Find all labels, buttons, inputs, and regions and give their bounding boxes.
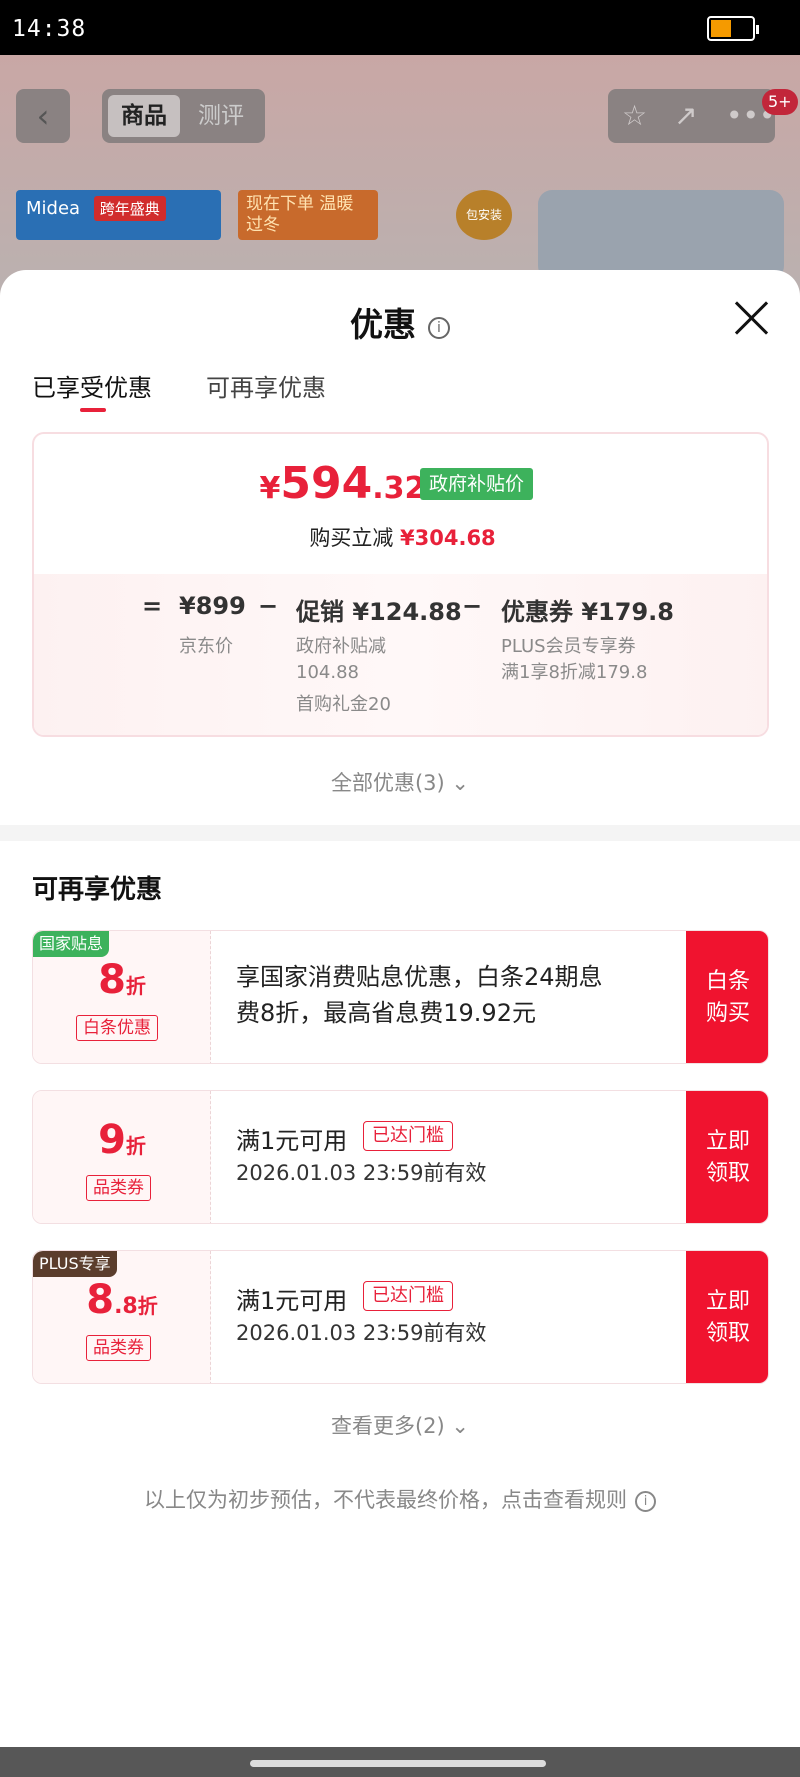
coupon-condition: 满1元可用 xyxy=(236,1127,348,1155)
see-more-link[interactable]: 查看更多(2) ⌄ xyxy=(0,1410,800,1440)
product-tabs: 商品 测评 xyxy=(102,89,265,143)
share-icon[interactable]: ↗ xyxy=(674,99,697,132)
tab-indicator xyxy=(80,408,106,412)
jd-price: ¥899 xyxy=(179,592,246,620)
product-image xyxy=(538,190,784,280)
promo-banner: 现在下单 温暖过冬 xyxy=(238,190,378,240)
brand-banner: Midea 跨年盛典 xyxy=(16,190,221,240)
claim-button[interactable]: 立即领取 xyxy=(686,1091,768,1223)
promo-amount: 促销 ¥124.88 xyxy=(296,598,462,626)
coupon-discount: 9折 xyxy=(98,1117,146,1163)
coupon-corner-tag: 国家贴息 xyxy=(33,931,110,957)
baitiao-buy-button[interactable]: 白条购买 xyxy=(686,931,768,1063)
coupon-card: PLUS专享 8.8折 品类券 满1元可用 已达门槛 2026.01.03 23… xyxy=(32,1250,769,1384)
coupon-condition: 满1元可用 xyxy=(236,1287,348,1315)
coupon-validity: 2026.01.03 23:59前有效 xyxy=(236,1321,487,1345)
price-summary-card: ¥594.32 政府补贴价 购买立减 ¥304.68 = ¥899 − 促销 ¥… xyxy=(32,432,769,737)
brand-logo: Midea xyxy=(26,198,81,219)
star-icon[interactable]: ☆ xyxy=(622,99,647,132)
more-offers-title: 可再享优惠 xyxy=(32,875,163,905)
minus-sign: − xyxy=(462,592,483,620)
close-icon[interactable] xyxy=(733,300,769,336)
sheet-title: 优惠 i xyxy=(0,298,800,346)
status-bar: 14:38 xyxy=(0,0,800,55)
rules-info-icon[interactable]: i xyxy=(635,1491,656,1512)
tab-enjoyed[interactable]: 已享受优惠 xyxy=(32,368,152,403)
equals-sign: = xyxy=(142,592,163,620)
coupon-type: 白条优惠 xyxy=(76,1015,158,1041)
install-badge: 包安装 xyxy=(456,190,512,240)
coupon-card: 国家贴息 8折 白条优惠 享国家消费贴息优惠，白条24期息费8折，最高省息费19… xyxy=(32,930,769,1064)
coupon-discount: 8折 xyxy=(98,957,146,1003)
jd-price-label: 京东价 xyxy=(179,636,233,657)
coupon-card: 9折 品类券 满1元可用 已达门槛 2026.01.03 23:59前有效 立即… xyxy=(32,1090,769,1224)
claim-button[interactable]: 立即领取 xyxy=(686,1251,768,1383)
coupon-discount: 8.8折 xyxy=(86,1277,158,1323)
coupon-detail: PLUS会员专享券 满1享8折减179.8 xyxy=(501,636,648,683)
section-divider xyxy=(0,825,800,841)
back-icon[interactable]: ‹ xyxy=(16,89,70,143)
final-price: ¥594.32 xyxy=(259,458,426,509)
status-time: 14:38 xyxy=(12,16,87,42)
gov-subsidy-tag: 政府补贴价 xyxy=(420,468,534,500)
offer-sheet: 优惠 i 已享受优惠 可再享优惠 ¥594.32 政府补贴价 购买立减 ¥304.… xyxy=(0,270,800,1747)
coupon-amount: 优惠券 ¥179.8 xyxy=(501,598,674,626)
total-reduction: 购买立减 ¥304.68 xyxy=(309,526,496,550)
threshold-reached-tag: 已达门槛 xyxy=(363,1281,453,1311)
info-icon[interactable]: i xyxy=(428,317,450,339)
event-label: 跨年盛典 xyxy=(93,196,166,221)
coupon-type: 品类券 xyxy=(86,1175,151,1201)
tab-review[interactable]: 测评 xyxy=(198,95,244,137)
tab-more-offers[interactable]: 可再享优惠 xyxy=(206,368,326,403)
minus-sign: − xyxy=(258,592,279,620)
promo-detail: 政府补贴减 104.88 首购礼金20 xyxy=(296,636,391,715)
top-tools: ☆ ↗ ••• xyxy=(608,89,776,143)
coupon-corner-tag: PLUS专享 xyxy=(33,1251,117,1277)
footer-note[interactable]: 以上仅为初步预估，不代表最终价格，点击查看规则 i xyxy=(0,1484,800,1514)
coupon-description: 享国家消费贴息优惠，白条24期息费8折，最高省息费19.92元 xyxy=(236,963,603,1027)
threshold-reached-tag: 已达门槛 xyxy=(363,1121,453,1151)
home-indicator-bar xyxy=(0,1747,800,1777)
battery-icon xyxy=(707,16,759,41)
coupon-validity: 2026.01.03 23:59前有效 xyxy=(236,1161,487,1185)
tab-product[interactable]: 商品 xyxy=(108,95,180,137)
home-indicator[interactable] xyxy=(250,1760,546,1767)
coupon-type: 品类券 xyxy=(86,1335,151,1361)
all-offers-link[interactable]: 全部优惠(3) ⌄ xyxy=(0,767,800,797)
message-badge: 5+ xyxy=(762,89,798,115)
